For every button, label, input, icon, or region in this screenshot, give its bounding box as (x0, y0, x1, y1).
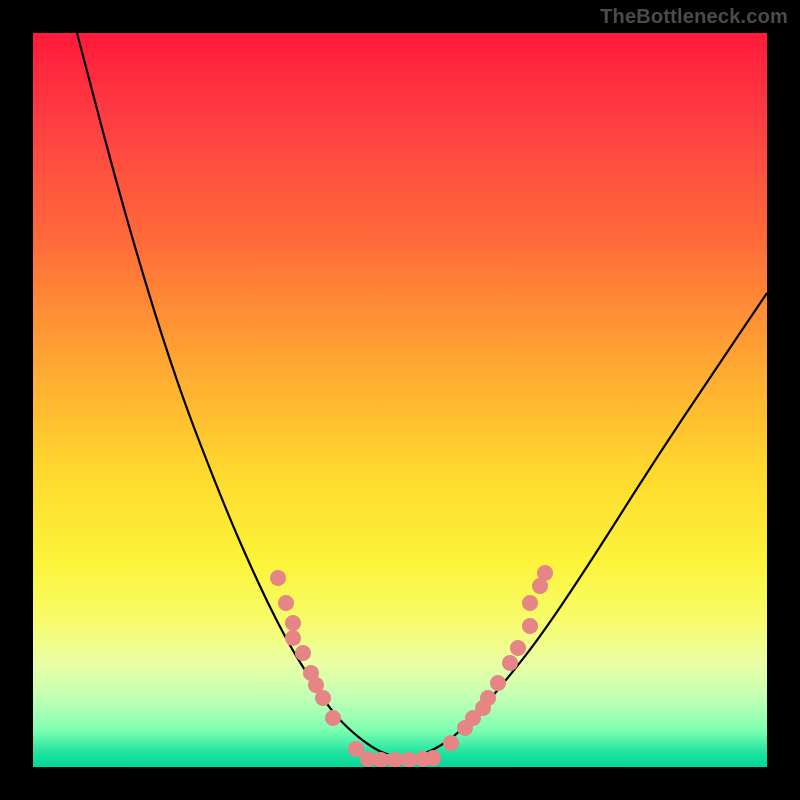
marker-dot (510, 640, 526, 656)
marker-dot (490, 675, 506, 691)
marker-group-right (443, 565, 553, 751)
marker-dot (295, 645, 311, 661)
marker-dot (315, 690, 331, 706)
marker-dot (285, 615, 301, 631)
curve-left-branch (77, 33, 403, 759)
marker-group-trough (360, 750, 441, 767)
marker-dot (522, 595, 538, 611)
marker-dot (285, 630, 301, 646)
marker-dot (325, 710, 341, 726)
marker-dot (270, 570, 286, 586)
marker-dot (522, 618, 538, 634)
curve-layer (33, 33, 767, 767)
marker-dot (278, 595, 294, 611)
chart-frame: TheBottleneck.com (0, 0, 800, 800)
marker-dot (480, 690, 496, 706)
marker-dot (537, 565, 553, 581)
curve-right-branch (403, 293, 767, 759)
marker-dot (443, 735, 459, 751)
watermark-label: TheBottleneck.com (600, 6, 788, 29)
marker-dot (425, 750, 441, 766)
marker-dot (502, 655, 518, 671)
